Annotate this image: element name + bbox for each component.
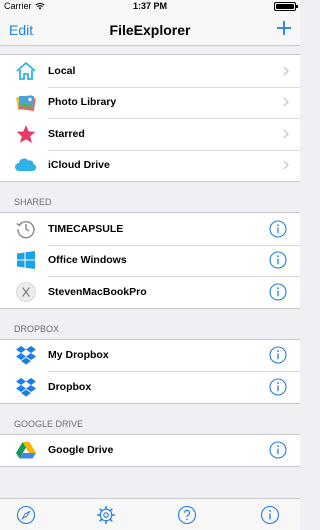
status-time: 1:37 PM bbox=[132, 1, 167, 11]
battery-icon bbox=[274, 2, 298, 11]
info-button[interactable] bbox=[269, 251, 287, 269]
list-item-icloud-drive[interactable]: iCloud Drive bbox=[0, 149, 300, 182]
chevron-right-icon bbox=[278, 66, 294, 76]
list-item-label: iCloud Drive bbox=[48, 159, 110, 172]
windows-icon bbox=[14, 248, 38, 272]
google-drive-group: Google Drive bbox=[0, 433, 300, 467]
list-item-label: TIMECAPSULE bbox=[48, 222, 124, 235]
dropbox-icon bbox=[14, 375, 38, 399]
info-button[interactable] bbox=[269, 220, 287, 238]
list-item-office-windows[interactable]: Office Windows bbox=[0, 244, 300, 277]
photo-library-icon bbox=[14, 90, 38, 114]
chevron-right-icon bbox=[278, 129, 294, 139]
list-item-label: Photo Library bbox=[48, 96, 117, 109]
list-item-label: Starred bbox=[48, 127, 85, 140]
section-header-google-drive: GOOGLE DRIVE bbox=[14, 418, 84, 429]
info-button[interactable] bbox=[269, 378, 287, 396]
list-item-my-dropbox[interactable]: My Dropbox bbox=[0, 340, 300, 372]
star-icon bbox=[14, 122, 38, 146]
page-title: FileExplorer bbox=[109, 22, 191, 38]
list-item-starred[interactable]: Starred bbox=[0, 118, 300, 150]
plus-icon bbox=[277, 21, 291, 35]
list-item-label: Office Windows bbox=[48, 254, 127, 267]
dropbox-group: My Dropbox Dropbox bbox=[0, 338, 300, 404]
add-button[interactable] bbox=[274, 16, 294, 45]
info-button[interactable] bbox=[269, 283, 287, 301]
help-icon[interactable] bbox=[177, 505, 197, 525]
list-item-photo-library[interactable]: Photo Library bbox=[0, 86, 300, 119]
list-item-google-drive[interactable]: Google Drive bbox=[0, 435, 300, 467]
google-drive-icon bbox=[14, 438, 38, 462]
dropbox-icon bbox=[14, 343, 38, 367]
list-item-dropbox[interactable]: Dropbox bbox=[0, 371, 300, 403]
navigation-bar: Edit FileExplorer bbox=[0, 14, 300, 46]
cloud-icon bbox=[14, 153, 38, 177]
shared-group: TIMECAPSULE Office Windows StevenMacBook… bbox=[0, 212, 300, 309]
section-header-shared: SHARED bbox=[14, 197, 52, 207]
local-group: Local Photo Library Starred iCloud Drive bbox=[0, 54, 300, 182]
list-item-label: Local bbox=[48, 64, 76, 77]
settings-icon[interactable] bbox=[96, 505, 116, 525]
list-item-local[interactable]: Local bbox=[0, 55, 300, 87]
tab-bar bbox=[0, 498, 300, 530]
list-item-timecapsule[interactable]: TIMECAPSULE bbox=[0, 213, 300, 245]
list-item-label: Google Drive bbox=[48, 444, 114, 457]
chevron-right-icon bbox=[278, 160, 294, 170]
info-button[interactable] bbox=[269, 441, 287, 459]
home-icon bbox=[14, 59, 38, 83]
list-item-label: My Dropbox bbox=[48, 349, 109, 362]
list-item-label: StevenMacBookPro bbox=[48, 285, 147, 298]
info-button[interactable] bbox=[269, 346, 287, 364]
chevron-right-icon bbox=[278, 97, 294, 107]
source-list[interactable]: Local Photo Library Starred iCloud Drive… bbox=[0, 46, 300, 498]
section-header-dropbox: DROPBOX bbox=[14, 323, 60, 334]
mac-x-icon bbox=[14, 280, 38, 304]
status-bar: Carrier 1:37 PM bbox=[0, 0, 300, 14]
info-icon[interactable] bbox=[260, 505, 280, 525]
list-item-stevenmacbookpro[interactable]: StevenMacBookPro bbox=[0, 276, 300, 308]
time-machine-icon bbox=[14, 217, 38, 241]
list-item-label: Dropbox bbox=[48, 380, 92, 393]
compass-icon[interactable] bbox=[16, 505, 36, 525]
